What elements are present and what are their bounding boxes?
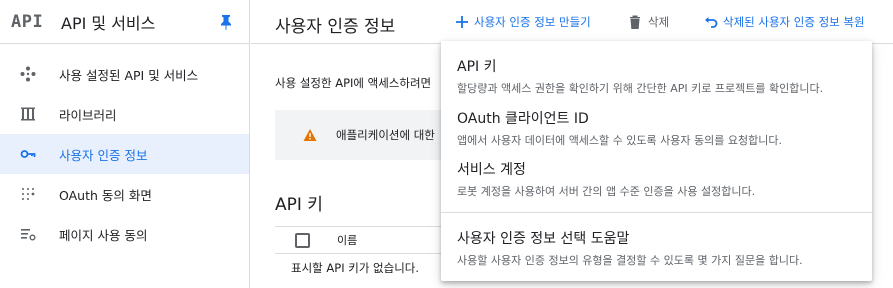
menu-divider (441, 212, 872, 213)
warning-icon (303, 129, 317, 141)
sidebar-item-label: 사용자 인증 정보 (59, 147, 148, 163)
delete-label: 삭제 (648, 15, 670, 29)
sidebar-item-enabled-apis[interactable]: 사용 설정된 API 및 서비스 (0, 54, 249, 94)
menu-item-title: 사용자 인증 정보 선택 도움말 (457, 231, 630, 247)
page-title: 사용자 인증 정보 (275, 17, 396, 37)
menu-item-description: 로봇 계정을 사용하여 서버 간의 앱 수준 인증을 사용 설정합니다. (457, 185, 756, 198)
trash-icon (629, 15, 643, 29)
create-credentials-label: 사용자 인증 정보 만들기 (474, 15, 591, 29)
api-logo: API (11, 11, 44, 32)
menu-item-oauth-client-id[interactable]: OAuth 클라이언트 ID 앱에서 사용자 데이터에 액세스할 수 있도록 사… (457, 108, 782, 148)
menu-item-title: API 키 (457, 59, 497, 75)
menu-item-title: OAuth 클라이언트 ID (457, 111, 589, 127)
create-credentials-menu: API 키 할당량과 액세스 권한을 확인하기 위해 간단한 API 키로 프로… (441, 41, 872, 281)
empty-table-message: 표시할 API 키가 없습니다. (291, 261, 420, 275)
sidebar-item-label: OAuth 동의 화면 (59, 187, 152, 203)
warning-text: 애플리케이션에 대한 (336, 128, 435, 142)
top-toolbar: 사용자 인증 정보 사용자 인증 정보 만들기 삭제 삭제된 사용자 인증 정보… (251, 0, 893, 44)
library-icon (20, 106, 36, 122)
sidebar-title: API 및 서비스 (61, 13, 156, 33)
undo-icon (704, 15, 718, 29)
page-description: 사용 설정한 API에 액세스하려면 (275, 76, 432, 90)
menu-item-service-account[interactable]: 서비스 계정 로봇 계정을 사용하여 서버 간의 앱 수준 인증을 사용 설정합… (457, 159, 755, 199)
menu-item-description: 앱에서 사용자 데이터에 액세스할 수 있도록 사용자 동의를 요청합니다. (457, 134, 782, 147)
sidebar-item-label: 사용 설정된 API 및 서비스 (59, 67, 199, 83)
sidebar-item-label: 페이지 사용 동의 (59, 227, 148, 243)
menu-item-description: 사용할 사용자 인증 정보의 유형을 결정할 수 있도록 몇 가지 질문을 합니… (457, 254, 803, 267)
pin-icon[interactable] (219, 14, 233, 30)
api-keys-section-title: API 키 (275, 195, 323, 215)
menu-item-api-key[interactable]: API 키 할당량과 액세스 권한을 확인하기 위해 간단한 API 키로 프로… (457, 56, 823, 96)
dots-grid-icon (20, 186, 36, 202)
diamond-nodes-icon (20, 66, 36, 82)
sidebar: API API 및 서비스 사용 설정된 API 및 서비스 라이브러리 사용자… (0, 0, 250, 288)
sidebar-item-page-usage-agreements[interactable]: 페이지 사용 동의 (0, 214, 249, 254)
key-icon (20, 146, 36, 162)
sidebar-item-library[interactable]: 라이브러리 (0, 94, 249, 134)
sidebar-item-credentials[interactable]: 사용자 인증 정보 (0, 134, 249, 174)
menu-item-help-me-choose[interactable]: 사용자 인증 정보 선택 도움말 사용할 사용자 인증 정보의 유형을 결정할 … (457, 228, 803, 268)
menu-item-title: 서비스 계정 (457, 162, 526, 178)
delete-button[interactable]: 삭제 (629, 14, 669, 30)
sidebar-item-label: 라이브러리 (59, 107, 117, 123)
restore-label: 삭제된 사용자 인증 정보 복원 (723, 15, 865, 29)
column-header-name[interactable]: 이름 (337, 232, 357, 248)
sidebar-header: API API 및 서비스 (0, 0, 249, 44)
menu-item-description: 할당량과 액세스 권한을 확인하기 위해 간단한 API 키로 프로젝트를 확인… (457, 82, 824, 95)
plus-icon (455, 15, 469, 29)
sidebar-item-oauth-consent[interactable]: OAuth 동의 화면 (0, 174, 249, 214)
select-all-checkbox[interactable] (295, 232, 310, 248)
settings-list-icon (20, 226, 36, 242)
restore-deleted-credentials-button[interactable]: 삭제된 사용자 인증 정보 복원 (704, 14, 865, 30)
create-credentials-button[interactable]: 사용자 인증 정보 만들기 (455, 14, 591, 30)
